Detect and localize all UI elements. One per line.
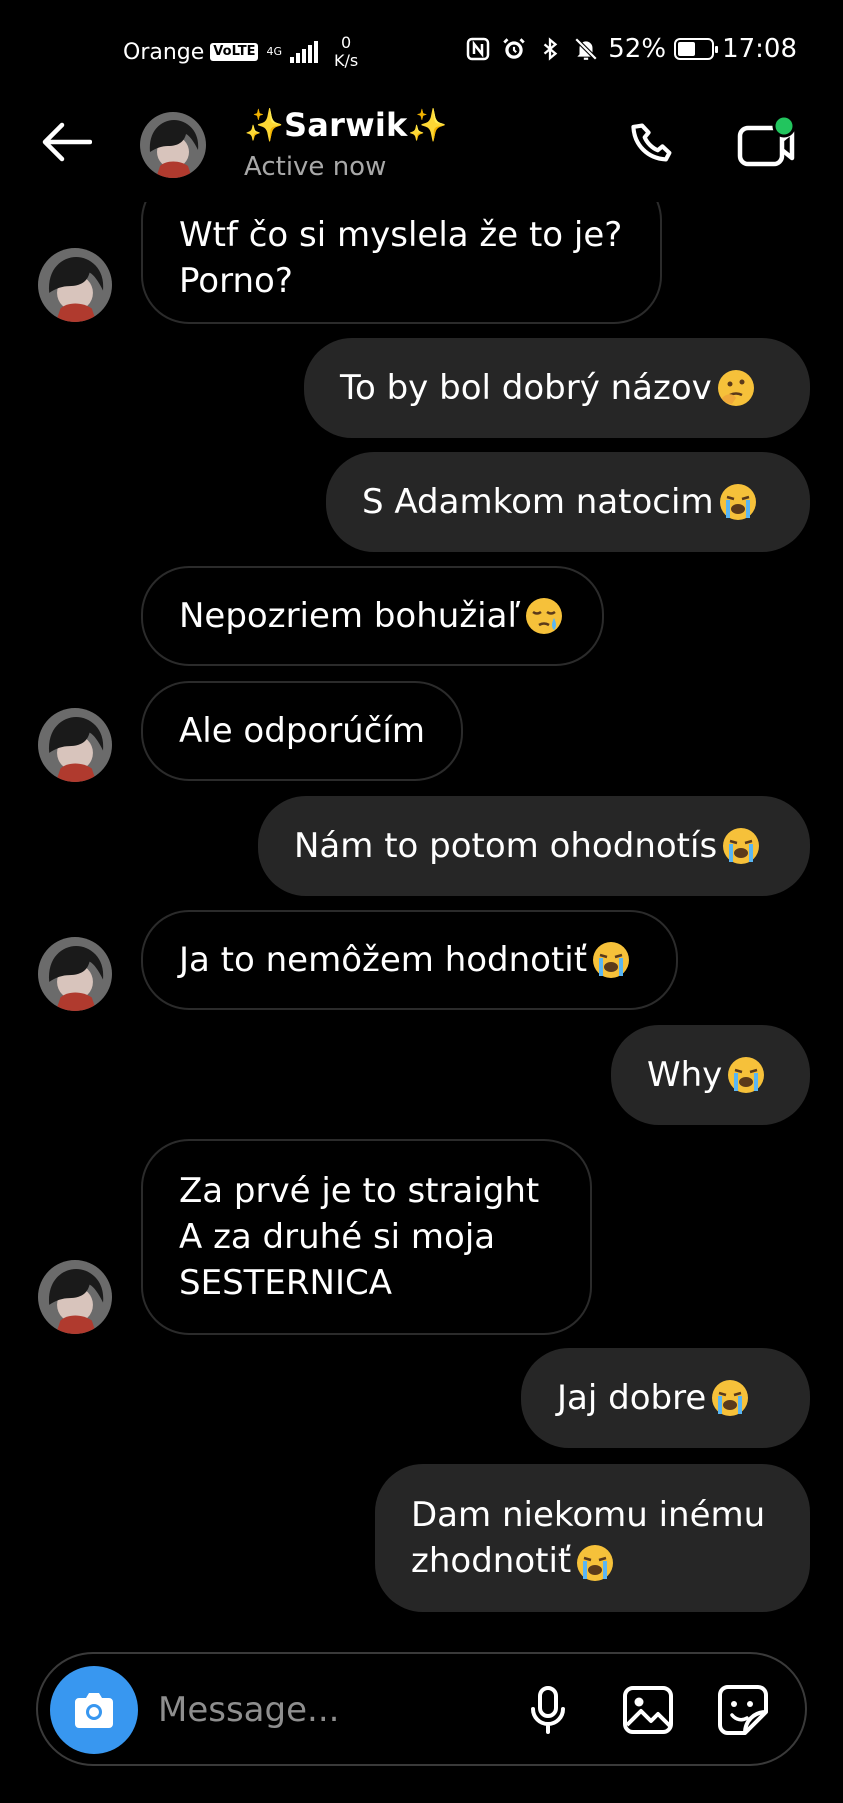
message-bubble-incoming[interactable]: Za prvé je to straight A za druhé si moj… xyxy=(141,1139,592,1335)
carrier-name: Orange xyxy=(123,39,205,65)
message-bubble-incoming[interactable]: Nepozriem bohužiaľ xyxy=(141,566,604,666)
sender-avatar[interactable] xyxy=(38,1260,112,1334)
phone-icon xyxy=(631,123,672,162)
thinking-emoji-icon xyxy=(717,370,754,406)
network-indicator: 4G xyxy=(266,46,282,58)
message-text: Why xyxy=(647,1055,723,1095)
gallery-button[interactable] xyxy=(618,1680,678,1740)
image-icon xyxy=(623,1686,673,1734)
battery-icon xyxy=(674,38,719,60)
chat-header: ✨Sarwik✨ Active now xyxy=(0,92,843,202)
crying-emoji-icon xyxy=(577,1544,614,1581)
sticker-button[interactable] xyxy=(713,1680,773,1740)
contact-avatar[interactable] xyxy=(140,112,206,178)
network-speed-value: 0 xyxy=(341,33,352,52)
network-speed-unit: K/s xyxy=(334,51,359,70)
crying-emoji-icon xyxy=(712,1380,749,1416)
nfc-icon xyxy=(464,35,492,63)
message-text: Nám to potom ohodnotís xyxy=(294,826,718,866)
sleepy-emoji-icon xyxy=(526,598,563,634)
mute-bell-icon xyxy=(572,35,600,63)
sender-avatar[interactable] xyxy=(38,708,112,782)
arrow-left-icon xyxy=(42,122,92,162)
call-button[interactable] xyxy=(624,114,684,174)
message-text: Ja to nemôžem hodnotiť xyxy=(179,940,588,980)
volte-badge: VoLTE xyxy=(210,43,259,61)
camera-button[interactable] xyxy=(50,1666,138,1754)
message-text: Nepozriem bohužiaľ xyxy=(179,596,521,636)
message-bubble-outgoing[interactable]: Jaj dobre xyxy=(521,1348,810,1448)
message-bubble-outgoing[interactable]: To by bol dobrý názov xyxy=(304,338,810,438)
back-button[interactable] xyxy=(36,114,96,170)
microphone-button[interactable] xyxy=(518,1680,578,1740)
message-bubble-outgoing[interactable]: S Adamkom natocim xyxy=(326,452,810,552)
network-speed: 0 K/s xyxy=(334,34,358,70)
battery-percent: 52% xyxy=(608,34,667,64)
status-bar: Orange VoLTE 4G 0 K/s 52% 17:08 xyxy=(0,0,843,92)
message-text: Ale odporúčím xyxy=(179,711,425,751)
video-camera-icon xyxy=(737,114,796,167)
sticker-icon xyxy=(718,1685,768,1735)
status-bar-right: 52% 17:08 xyxy=(464,34,797,64)
crying-emoji-icon xyxy=(719,484,756,520)
video-call-button[interactable] xyxy=(734,110,798,174)
contact-status: Active now xyxy=(244,152,387,182)
message-composer xyxy=(36,1652,807,1766)
alarm-icon xyxy=(500,35,528,63)
message-bubble-incoming[interactable]: Ja to nemôžem hodnotiť xyxy=(141,910,678,1010)
message-bubble-incoming[interactable]: Ale odporúčím xyxy=(141,681,463,781)
camera-icon xyxy=(75,1693,113,1728)
message-bubble-outgoing[interactable]: Why xyxy=(611,1025,810,1125)
crying-emoji-icon xyxy=(728,1057,765,1093)
sender-avatar[interactable] xyxy=(38,937,112,1011)
message-bubble-incoming[interactable]: Wtf čo si myslela že to je? Porno? xyxy=(141,202,662,324)
message-text: To by bol dobrý názov xyxy=(340,368,712,408)
message-list[interactable]: Wtf čo si myslela že to je? Porno? To by… xyxy=(0,202,843,1642)
message-text: Dam niekomu inému zhodnotiť xyxy=(411,1492,765,1584)
message-bubble-outgoing[interactable]: Dam niekomu inému zhodnotiť xyxy=(375,1464,810,1612)
message-text: Za prvé je to straight A za druhé si moj… xyxy=(179,1171,540,1303)
bluetooth-icon xyxy=(536,35,564,63)
crying-emoji-icon xyxy=(593,942,630,978)
contact-name[interactable]: ✨Sarwik✨ xyxy=(244,106,448,144)
message-input[interactable] xyxy=(158,1682,458,1738)
clock: 17:08 xyxy=(722,34,797,64)
message-text: Jaj dobre xyxy=(557,1378,707,1418)
message-text: S Adamkom natocim xyxy=(362,482,714,522)
network-type: 4G xyxy=(266,45,282,58)
message-text: Wtf čo si myslela že to je? Porno? xyxy=(179,215,623,301)
message-bubble-outgoing[interactable]: Nám to potom ohodnotís xyxy=(258,796,810,896)
signal-icon xyxy=(290,41,318,63)
sender-avatar[interactable] xyxy=(38,248,112,322)
crying-emoji-icon xyxy=(723,828,760,864)
status-bar-left: Orange VoLTE 4G 0 K/s xyxy=(123,34,358,70)
microphone-icon xyxy=(531,1686,565,1734)
